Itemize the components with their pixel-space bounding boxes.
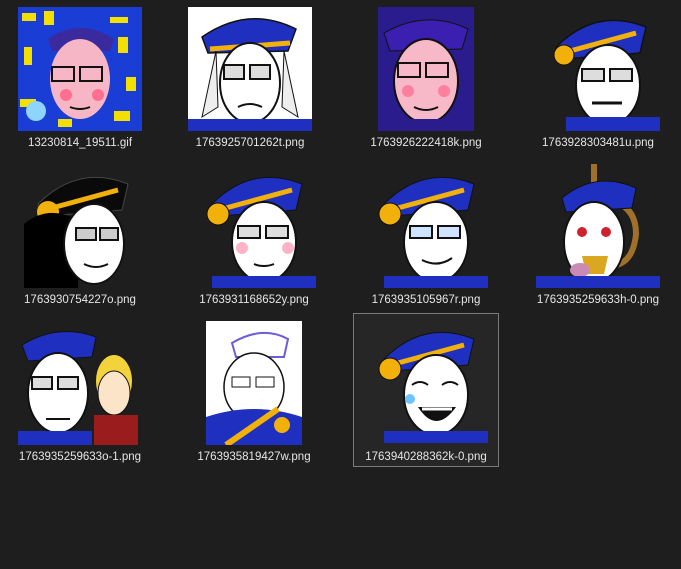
- file-name: 1763925701262t.png: [195, 137, 305, 149]
- file-name: 13230814_19511.gif: [27, 137, 133, 149]
- file-item[interactable]: 1763935819427w.png: [181, 316, 327, 471]
- file-name: 1763935259633o-1.png: [18, 451, 142, 463]
- thumbnail-image: [18, 164, 142, 288]
- thumbnail-image: [18, 321, 142, 445]
- file-name: 1763935105967r.png: [371, 294, 481, 306]
- file-item[interactable]: 1763926222418k.png: [353, 2, 499, 157]
- file-item[interactable]: 1763935259633o-1.png: [7, 316, 153, 471]
- file-item[interactable]: 1763928303481u.png: [525, 2, 671, 157]
- file-item[interactable]: 1763935259633h-0.png: [525, 159, 671, 314]
- thumbnail-image: [364, 319, 488, 443]
- file-item[interactable]: 1763935105967r.png: [353, 159, 499, 314]
- file-grid: 13230814_19511.gif 1763925701262t.png 17…: [0, 0, 681, 569]
- file-item[interactable]: 1763940288362k-0.png: [353, 313, 499, 467]
- file-name: 1763935259633h-0.png: [536, 294, 660, 306]
- thumbnail-image: [188, 7, 312, 131]
- thumbnail-image: [192, 321, 316, 445]
- thumbnail-image: [18, 7, 142, 131]
- file-item[interactable]: 1763930754227o.png: [7, 159, 153, 314]
- file-item[interactable]: 1763925701262t.png: [177, 2, 323, 157]
- thumbnail-image: [364, 7, 488, 131]
- file-name: 1763935819427w.png: [197, 451, 311, 463]
- file-name: 1763930754227o.png: [24, 294, 136, 306]
- file-item[interactable]: 13230814_19511.gif: [7, 2, 153, 157]
- file-name: 1763928303481u.png: [542, 137, 654, 149]
- thumbnail-image: [536, 164, 660, 288]
- file-name: 1763931168652y.png: [199, 294, 309, 306]
- thumbnail-image: [536, 7, 660, 131]
- thumbnail-image: [192, 164, 316, 288]
- file-item[interactable]: 1763931168652y.png: [181, 159, 327, 314]
- thumbnail-image: [364, 164, 488, 288]
- file-name: 1763926222418k.png: [370, 137, 482, 149]
- file-name: 1763940288362k-0.png: [365, 451, 487, 463]
